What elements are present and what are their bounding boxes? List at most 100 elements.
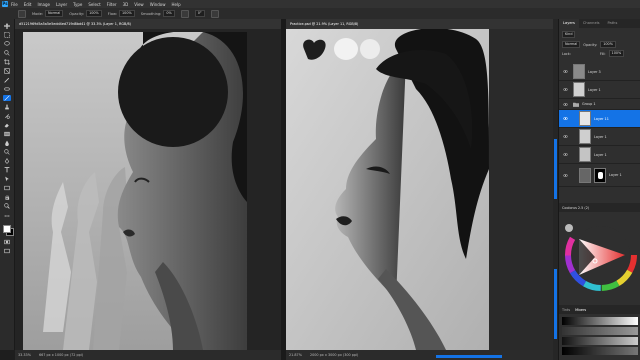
frame-tool-icon[interactable]	[3, 68, 11, 74]
mode-select[interactable]: Normal	[45, 10, 64, 17]
tab-mixers[interactable]: Mixers	[575, 308, 586, 312]
dodge-tool-icon[interactable]	[3, 149, 11, 155]
eyedropper-tool-icon[interactable]	[3, 77, 11, 83]
screen-mode-icon[interactable]	[3, 248, 11, 254]
layer-opacity-field[interactable]: 100%	[600, 41, 616, 48]
mode-label: Mode:	[32, 11, 44, 16]
visibility-eye-icon[interactable]	[563, 69, 568, 74]
fill-field[interactable]: 100%	[608, 50, 625, 57]
kind-filter[interactable]: Kind	[562, 31, 576, 38]
menu-help[interactable]: Help	[171, 2, 180, 7]
tools-panel	[0, 19, 15, 350]
lock-label: Lock:	[562, 51, 571, 56]
menu-image[interactable]: Image	[37, 2, 50, 7]
tint-strip[interactable]	[562, 337, 638, 345]
angle-control[interactable]: 0°	[194, 10, 205, 17]
crop-tool-icon[interactable]	[3, 59, 11, 65]
move-tool-icon[interactable]	[3, 23, 11, 29]
eraser-tool-icon[interactable]	[3, 122, 11, 128]
group-row[interactable]: Group 1	[559, 99, 640, 110]
color-scrollbar-indicator[interactable]	[554, 269, 557, 339]
current-color-indicator[interactable]	[565, 224, 573, 232]
menu-type[interactable]: Type	[73, 2, 82, 7]
path-select-tool-icon[interactable]	[3, 176, 11, 182]
menu-3d[interactable]: 3D	[123, 2, 129, 7]
foreground-color-swatch[interactable]	[3, 225, 11, 233]
type-tool-icon[interactable]	[3, 167, 11, 173]
color-wheel[interactable]	[565, 219, 637, 291]
tab-channels[interactable]: Channels	[579, 19, 604, 28]
zoom-tool-icon[interactable]	[3, 203, 11, 209]
layer-mask-thumbnail[interactable]	[594, 167, 606, 183]
quick-mask-icon[interactable]	[3, 239, 11, 245]
menu-view[interactable]: View	[134, 2, 144, 7]
tab-paths[interactable]: Paths	[604, 19, 622, 28]
menu-window[interactable]: Window	[150, 2, 166, 7]
symmetry-icon[interactable]	[210, 9, 219, 18]
flow-control[interactable]: Flow: 100%	[108, 10, 135, 17]
left-zoom-level[interactable]: 33.33%	[18, 353, 31, 357]
color-panel-title[interactable]: Coolorus 2.5 (2)	[562, 206, 589, 210]
visibility-eye-icon[interactable]	[563, 87, 568, 92]
quick-select-tool-icon[interactable]	[3, 50, 11, 56]
lock-row: Lock: Fill: 100%	[562, 50, 625, 57]
visibility-eye-icon[interactable]	[563, 116, 568, 121]
brush-preset-icon[interactable]	[18, 9, 26, 18]
opacity-control[interactable]: Opacity: 100%	[69, 10, 102, 17]
color-panel-header: Coolorus 2.5 (2)	[559, 203, 640, 212]
layer-row[interactable]: Layer 1	[559, 81, 640, 99]
photoshop-logo: Ps	[2, 1, 8, 7]
tab-layers[interactable]: Layers	[559, 19, 579, 28]
angle-field[interactable]: 0°	[194, 10, 205, 17]
layers-panel: Layers Channels Paths Kind Normal Opacit…	[558, 19, 640, 360]
layer-row[interactable]: Layer 3	[559, 63, 640, 81]
layer-row-selected[interactable]: Layer 11	[559, 110, 640, 128]
smoothing-control[interactable]: Smoothing: 0%	[141, 10, 175, 17]
layer-thumbnail	[579, 129, 591, 144]
mode-control[interactable]: Mode: Normal	[32, 10, 64, 17]
visibility-eye-icon[interactable]	[563, 173, 568, 178]
blur-tool-icon[interactable]	[3, 140, 11, 146]
horizontal-scrollbar-thumb[interactable]	[436, 355, 502, 358]
left-canvas-area[interactable]	[15, 29, 281, 350]
menu-bar: Ps File Edit Image Layer Type Select Fil…	[0, 0, 640, 8]
smoothing-field[interactable]: 0%	[163, 10, 175, 17]
blend-row: Normal Opacity: 100%	[562, 41, 616, 48]
tab-tints[interactable]: Tints	[562, 308, 570, 312]
gradient-tool-icon[interactable]	[3, 131, 11, 137]
menu-file[interactable]: File	[11, 2, 18, 7]
reference-photo	[23, 32, 247, 350]
layer-name: Layer 1	[609, 173, 622, 177]
pen-tool-icon[interactable]	[3, 158, 11, 164]
more-tools-icon[interactable]	[3, 213, 11, 219]
right-canvas-area[interactable]	[286, 29, 553, 350]
layer-row[interactable]: Layer 1	[559, 164, 640, 187]
clone-stamp-tool-icon[interactable]	[3, 104, 11, 110]
visibility-eye-icon[interactable]	[563, 102, 568, 107]
lasso-tool-icon[interactable]	[3, 41, 11, 47]
healing-brush-tool-icon[interactable]	[3, 86, 11, 92]
layers-scrollbar-indicator[interactable]	[554, 139, 557, 199]
blend-mode-select[interactable]: Normal	[562, 41, 581, 48]
tint-strip[interactable]	[562, 347, 638, 355]
layer-row[interactable]: Layer 1	[559, 128, 640, 146]
visibility-eye-icon[interactable]	[563, 152, 568, 157]
right-zoom-level[interactable]: 21.87%	[289, 353, 302, 357]
brush-tool-icon[interactable]	[3, 95, 11, 101]
tint-strip[interactable]	[562, 317, 638, 325]
history-brush-tool-icon[interactable]	[3, 113, 11, 119]
menu-layer[interactable]: Layer	[56, 2, 67, 7]
right-doc-size: 2000 px x 3000 px (300 ppi)	[309, 353, 359, 357]
settings-gear-icon[interactable]	[180, 9, 189, 18]
tint-strip[interactable]	[562, 327, 638, 335]
hand-tool-icon[interactable]	[3, 194, 11, 200]
opacity-field[interactable]: 100%	[86, 10, 102, 17]
visibility-eye-icon[interactable]	[563, 134, 568, 139]
menu-edit[interactable]: Edit	[24, 2, 32, 7]
shape-tool-icon[interactable]	[3, 185, 11, 191]
flow-field[interactable]: 100%	[119, 10, 135, 17]
layer-row[interactable]: Layer 1	[559, 146, 640, 164]
menu-select[interactable]: Select	[88, 2, 100, 7]
menu-filter[interactable]: Filter	[107, 2, 117, 7]
marquee-tool-icon[interactable]	[3, 32, 11, 38]
